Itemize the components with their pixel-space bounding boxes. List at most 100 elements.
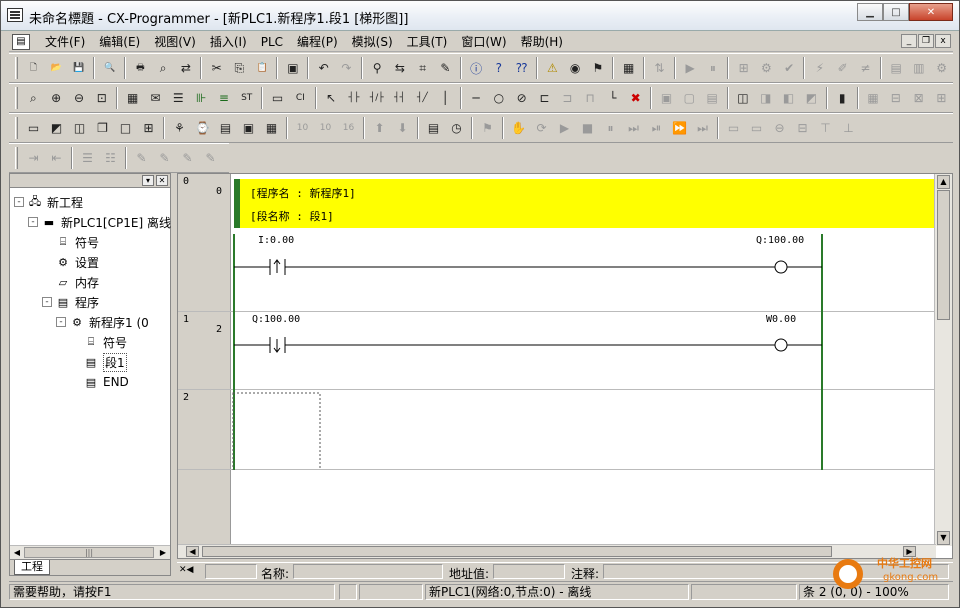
pencil-icon[interactable]: ✎ xyxy=(131,148,152,169)
binoculars-icon[interactable]: ⚲ xyxy=(367,58,388,79)
tree-node[interactable]: - 🖧 新工程 xyxy=(14,192,83,212)
rung-0[interactable]: 0 0 [程序名 : 新程序1] [段名称 : 段1] I:0.00 Q:100… xyxy=(178,174,934,312)
toolbar-grip[interactable] xyxy=(15,117,18,139)
online-edit-icon[interactable]: ✐ xyxy=(832,58,853,79)
print-icon[interactable]: 🖶 xyxy=(130,58,151,79)
fast-forward-icon[interactable]: ⏩ xyxy=(669,118,690,139)
pulse-icon[interactable]: ⊐ xyxy=(557,88,578,109)
menu-program[interactable]: 编程(P) xyxy=(290,33,345,50)
tree-toggle[interactable]: - xyxy=(28,217,38,227)
mdi-window-icon[interactable]: ▤ xyxy=(12,33,30,50)
compile-icon[interactable]: ⚙ xyxy=(756,58,777,79)
split-arrows-icon[interactable]: ✕◀ xyxy=(179,565,193,575)
panel-icon[interactable]: ▦ xyxy=(261,118,282,139)
warning-icon[interactable]: ⚠ xyxy=(542,58,563,79)
grid-icon[interactable]: ▦ xyxy=(122,88,143,109)
redo-icon[interactable]: ↷ xyxy=(336,58,357,79)
memory-icon[interactable]: ▤ xyxy=(886,58,907,79)
context-help-icon[interactable]: ⁇ xyxy=(511,58,532,79)
rename-icon[interactable]: ✎ xyxy=(435,58,456,79)
force-icon[interactable]: ⚑ xyxy=(477,118,498,139)
maximize-icon[interactable]: □ xyxy=(115,118,136,139)
delete-icon[interactable]: ✖ xyxy=(625,88,646,109)
pencil-check-icon[interactable]: ✎ xyxy=(177,148,198,169)
cut-icon[interactable]: ✂ xyxy=(206,58,227,79)
tree-node[interactable]: ▤ END xyxy=(83,372,129,392)
program-icon[interactable]: ▦ xyxy=(618,58,639,79)
scroll-right-arrow[interactable]: ▶ xyxy=(157,547,169,558)
vertical-line-icon[interactable]: │ xyxy=(435,88,456,109)
horizontal-line-icon[interactable]: ─ xyxy=(466,88,487,109)
hand-icon[interactable]: ✋ xyxy=(508,118,529,139)
menu-plc[interactable]: PLC xyxy=(254,35,290,49)
mdi-restore-button[interactable]: ❐ xyxy=(918,34,934,48)
arrange-icon[interactable]: ◩ xyxy=(46,118,67,139)
zoom-fit-icon[interactable]: ⊡ xyxy=(91,88,112,109)
paste-icon[interactable]: 📋 xyxy=(252,58,273,79)
monitor-on-icon[interactable]: ▣ xyxy=(656,88,677,109)
menu-tools[interactable]: 工具(T) xyxy=(400,33,455,50)
pause-icon[interactable]: ⏸ xyxy=(702,58,723,79)
menu-help[interactable]: 帮助(H) xyxy=(514,33,570,50)
memory-card-icon[interactable]: ▤ xyxy=(423,118,444,139)
download-icon[interactable]: ⬇ xyxy=(392,118,413,139)
diff-icon[interactable]: ≠ xyxy=(855,58,876,79)
workspace-hscrollbar[interactable]: ◀ ||| ▶ xyxy=(10,545,170,559)
new-file-icon[interactable]: 🗋 xyxy=(23,58,44,79)
scroll-down-arrow[interactable]: ▼ xyxy=(937,531,950,545)
tree-node[interactable]: ▤ 段1 xyxy=(83,352,127,372)
tree-node[interactable]: ⚙ 设置 xyxy=(55,252,99,272)
menu-insert[interactable]: 插入(I) xyxy=(203,33,254,50)
compare-icon[interactable]: ⊞ xyxy=(733,58,754,79)
tree-node[interactable]: - ▤ 程序 xyxy=(42,292,99,312)
stop-icon[interactable]: ■ xyxy=(577,118,598,139)
settings-icon[interactable]: ⚙ xyxy=(931,58,952,79)
st-icon[interactable]: ST xyxy=(236,88,257,109)
menu-edit[interactable]: 编辑(E) xyxy=(92,33,147,50)
clipboard-icon[interactable]: ▣ xyxy=(282,58,303,79)
bit-icon[interactable]: ◫ xyxy=(733,88,754,109)
timer-icon[interactable]: ◧ xyxy=(778,88,799,109)
contact-nc-icon[interactable]: ┤/├ xyxy=(366,88,387,109)
trace-icon[interactable]: ▮ xyxy=(832,88,853,109)
io-icon[interactable]: ⊟ xyxy=(885,88,906,109)
instruction-icon[interactable]: ⊏ xyxy=(534,88,555,109)
ladder-diagram[interactable]: 0 0 [程序名 : 新程序1] [段名称 : 段1] I:0.00 Q:100… xyxy=(177,173,953,559)
io-comment-icon[interactable]: ▤ xyxy=(702,88,723,109)
upload-icon[interactable]: ⬆ xyxy=(369,118,390,139)
monitor-off-icon[interactable]: ▢ xyxy=(679,88,700,109)
zoom-in-icon[interactable]: ⊕ xyxy=(46,88,67,109)
or-no-icon[interactable]: ┤┤ xyxy=(389,88,410,109)
zoom-out-icon[interactable]: ⊖ xyxy=(69,88,90,109)
workspace-close-button[interactable]: ✕ xyxy=(156,175,168,186)
tree-node[interactable]: - ⚙ 新程序1 (0 xyxy=(56,312,149,332)
data-icon[interactable]: ◩ xyxy=(801,88,822,109)
project-icon[interactable]: ⚘ xyxy=(169,118,190,139)
find-icon[interactable]: ⌕ xyxy=(153,58,174,79)
close-button[interactable]: ✕ xyxy=(909,3,953,21)
scroll-left-arrow[interactable]: ◀ xyxy=(186,546,199,557)
scroll-left-arrow[interactable]: ◀ xyxy=(11,547,23,558)
toolbar-grip[interactable] xyxy=(15,87,18,109)
spm-icon[interactable]: ▭ xyxy=(267,88,288,109)
counter-icon[interactable]: ◨ xyxy=(755,88,776,109)
tree-node[interactable]: - ▬ 新PLC1[CP1E] 离线 xyxy=(28,212,171,232)
bar5-icon[interactable]: ⊤ xyxy=(815,118,836,139)
cross-ref-icon[interactable]: ⇆ xyxy=(389,58,410,79)
hex10-icon[interactable]: 10 xyxy=(292,118,313,139)
scroll-thumb[interactable]: ||| xyxy=(24,547,154,558)
maximize-button[interactable]: □ xyxy=(883,3,909,21)
app-icon[interactable] xyxy=(7,8,23,22)
hex16-icon[interactable]: 16 xyxy=(338,118,359,139)
bar6-icon[interactable]: ⊥ xyxy=(838,118,859,139)
scroll-up-arrow[interactable]: ▲ xyxy=(937,175,950,189)
menu-file[interactable]: 文件(F) xyxy=(38,33,92,50)
list-outdent-icon[interactable]: ☷ xyxy=(100,148,121,169)
bar3-icon[interactable]: ⊖ xyxy=(769,118,790,139)
step-forward-icon[interactable]: ⏭ xyxy=(623,118,644,139)
clock-icon[interactable]: ◷ xyxy=(446,118,467,139)
pause2-icon[interactable]: ⏸ xyxy=(600,118,621,139)
help-icon[interactable]: ? xyxy=(488,58,509,79)
properties-icon[interactable]: ⊞ xyxy=(138,118,159,139)
monitor-icon[interactable]: ◉ xyxy=(565,58,586,79)
